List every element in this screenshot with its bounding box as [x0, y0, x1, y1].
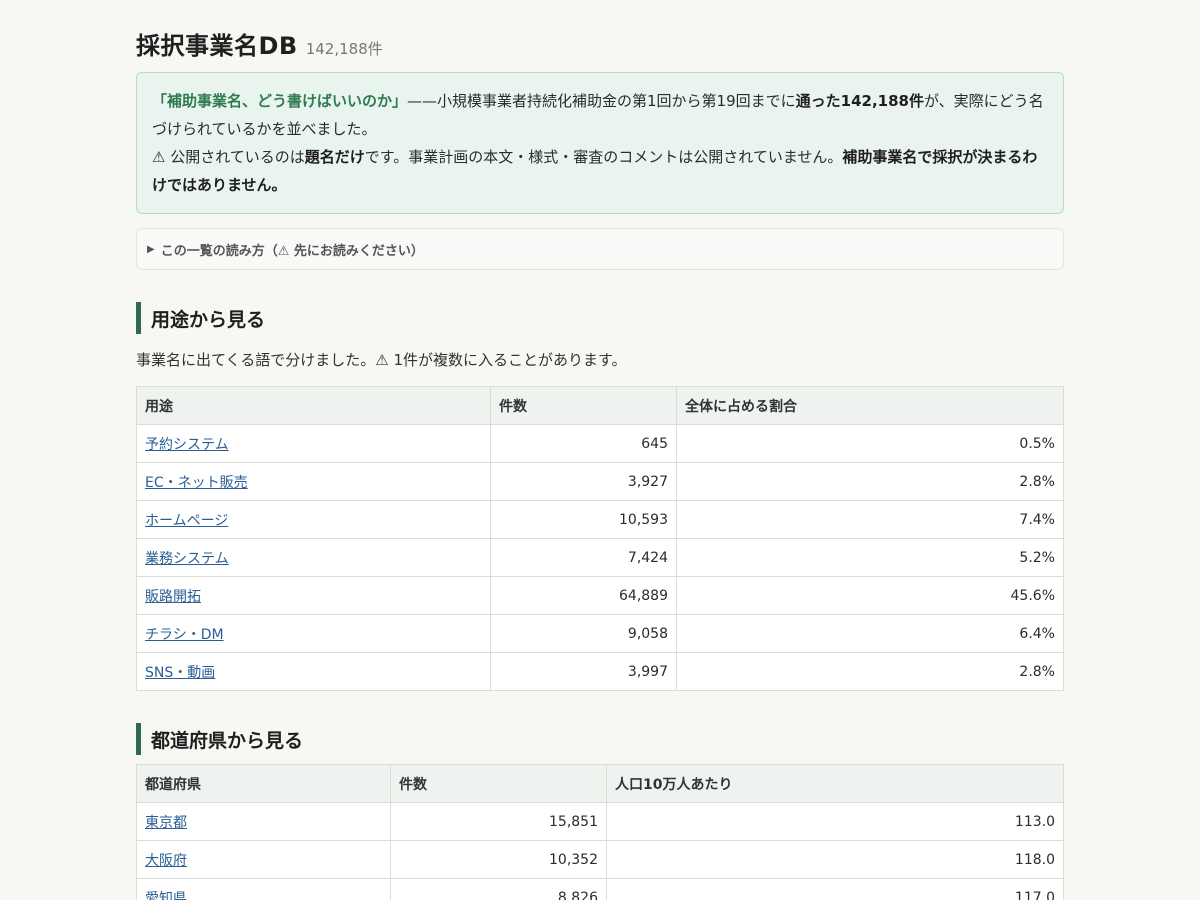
reading-guide-toggle[interactable]: ▶ この一覧の読み方（⚠ 先にお読みください） — [136, 228, 1064, 270]
usage-count-cell: 3,997 — [490, 652, 677, 691]
total-count: 142,188件 — [305, 40, 383, 58]
table-row: チラシ・DM 9,058 6.4% — [136, 614, 1064, 653]
intro-bold-2: 題名だけ — [304, 148, 365, 166]
intro-text-1a: ——小規模事業者持続化補助金の第1回から第19回までに — [407, 92, 796, 110]
usage-link[interactable]: SNS・動画 — [145, 665, 215, 681]
usage-name-cell: ホームページ — [136, 500, 491, 539]
usage-section-heading: 用途から見る — [136, 302, 1064, 334]
table-row: EC・ネット販売 3,927 2.8% — [136, 462, 1064, 501]
usage-count-cell: 10,593 — [490, 500, 677, 539]
prefecture-per-capita-cell: 118.0 — [606, 840, 1064, 879]
usage-link[interactable]: 販路開拓 — [145, 589, 201, 605]
table-row: 愛知県 8,826 117.0 — [136, 878, 1064, 900]
usage-name-cell: 業務システム — [136, 538, 491, 577]
usage-share-cell: 2.8% — [676, 652, 1064, 691]
usage-link[interactable]: チラシ・DM — [145, 627, 224, 643]
column-header-per-capita: 人口10万人あたり — [606, 764, 1064, 803]
prefecture-count-cell: 15,851 — [390, 802, 607, 841]
usage-name-cell: EC・ネット販売 — [136, 462, 491, 501]
triangle-right-icon: ▶ — [147, 243, 155, 255]
prefecture-name-cell: 大阪府 — [136, 840, 391, 879]
prefecture-count-cell: 8,826 — [390, 878, 607, 900]
intro-bold-1: 通った142,188件 — [795, 92, 924, 110]
column-header-share: 全体に占める割合 — [676, 386, 1064, 425]
column-header-usage: 用途 — [136, 386, 491, 425]
usage-table: 用途 件数 全体に占める割合 予約システム 645 0.5% EC・ネット販売 … — [136, 386, 1064, 691]
usage-link[interactable]: EC・ネット販売 — [145, 475, 248, 491]
intro-text-2b: です。事業計画の本文・様式・審査のコメントは公開されていません。 — [364, 148, 843, 166]
header: 採択事業名DB 142,188件 — [136, 26, 1064, 62]
usage-share-cell: 0.5% — [676, 424, 1064, 463]
intro-text-2a: ⚠ 公開されているのは — [152, 148, 305, 166]
table-row: 大阪府 10,352 118.0 — [136, 840, 1064, 879]
prefecture-link[interactable]: 東京都 — [145, 815, 187, 831]
table-header-row: 都道府県 件数 人口10万人あたり — [136, 764, 1064, 803]
page-title: 採択事業名DB — [136, 32, 298, 60]
usage-count-cell: 9,058 — [490, 614, 677, 653]
table-header-row: 用途 件数 全体に占める割合 — [136, 386, 1064, 425]
usage-link[interactable]: 業務システム — [145, 551, 229, 567]
usage-share-cell: 45.6% — [676, 576, 1064, 615]
table-row: 販路開拓 64,889 45.6% — [136, 576, 1064, 615]
usage-share-cell: 6.4% — [676, 614, 1064, 653]
prefecture-table: 都道府県 件数 人口10万人あたり 東京都 15,851 113.0 大阪府 1… — [136, 764, 1064, 900]
usage-count-cell: 64,889 — [490, 576, 677, 615]
usage-count-cell: 645 — [490, 424, 677, 463]
prefecture-per-capita-cell: 113.0 — [606, 802, 1064, 841]
usage-name-cell: 予約システム — [136, 424, 491, 463]
prefecture-name-cell: 愛知県 — [136, 878, 391, 900]
usage-name-cell: チラシ・DM — [136, 614, 491, 653]
table-row: ホームページ 10,593 7.4% — [136, 500, 1064, 539]
usage-section-description: 事業名に出てくる語で分けました。⚠ 1件が複数に入ることがあります。 — [136, 351, 627, 369]
usage-share-cell: 7.4% — [676, 500, 1064, 539]
intro-box: 「補助事業名、どう書けばいいのか」——小規模事業者持続化補助金の第1回から第19… — [136, 72, 1064, 214]
usage-share-cell: 2.8% — [676, 462, 1064, 501]
column-header-count: 件数 — [490, 386, 677, 425]
table-row: 業務システム 7,424 5.2% — [136, 538, 1064, 577]
column-header-count: 件数 — [390, 764, 607, 803]
table-row: 東京都 15,851 113.0 — [136, 802, 1064, 841]
prefecture-per-capita-cell: 117.0 — [606, 878, 1064, 900]
table-row: 予約システム 645 0.5% — [136, 424, 1064, 463]
prefecture-name-cell: 東京都 — [136, 802, 391, 841]
prefecture-count-cell: 10,352 — [390, 840, 607, 879]
prefecture-link[interactable]: 大阪府 — [145, 853, 187, 869]
usage-name-cell: SNS・動画 — [136, 652, 491, 691]
reading-guide-label: この一覧の読み方（⚠ 先にお読みください） — [160, 243, 424, 259]
usage-count-cell: 7,424 — [490, 538, 677, 577]
usage-count-cell: 3,927 — [490, 462, 677, 501]
usage-link[interactable]: ホームページ — [145, 513, 228, 529]
prefecture-link[interactable]: 愛知県 — [145, 891, 187, 900]
page-container: 採択事業名DB 142,188件 「補助事業名、どう書けばいいのか」——小規模事… — [136, 0, 1064, 900]
prefecture-section-heading: 都道府県から見る — [136, 723, 1064, 755]
usage-share-cell: 5.2% — [676, 538, 1064, 577]
usage-link[interactable]: 予約システム — [145, 437, 229, 453]
intro-quote: 「補助事業名、どう書けばいいのか」 — [152, 92, 408, 110]
table-row: SNS・動画 3,997 2.8% — [136, 652, 1064, 691]
column-header-prefecture: 都道府県 — [136, 764, 391, 803]
usage-name-cell: 販路開拓 — [136, 576, 491, 615]
